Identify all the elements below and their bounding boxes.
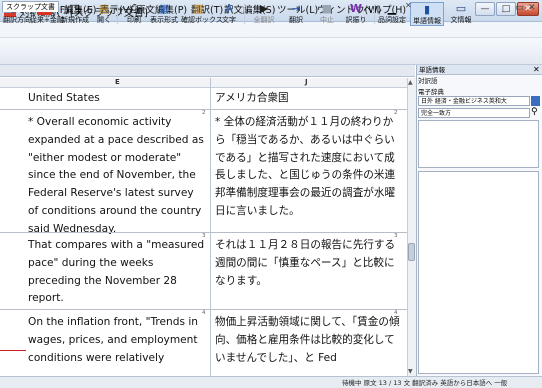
toolbar-separator [244, 4, 245, 24]
translate-icon: ⇥ [291, 2, 301, 15]
target-text[interactable]: アメリカ合衆国 [215, 90, 400, 108]
dictionary-label: 電子辞典 [418, 88, 444, 96]
open-icon: ▤ [98, 2, 110, 15]
scroll-down-icon[interactable]: ▼ [408, 368, 413, 375]
tab-close-icon[interactable]: ✕ [405, 1, 412, 10]
source-text[interactable]: That compares with a "measured pace" dur… [28, 237, 206, 308]
source-column-header: E [115, 78, 120, 86]
mdi-close-button[interactable]: ✕ [528, 3, 536, 13]
text-button[interactable]: A 文字 [218, 2, 240, 26]
source-text[interactable]: On the inflation front, "Trends in wages… [28, 314, 206, 367]
source-text[interactable]: * Overall economic activity expanded at … [28, 114, 206, 239]
view-format-button[interactable]: ▦ 表示形式 [150, 2, 178, 26]
furigana-icon: W [349, 2, 363, 15]
furigana-button[interactable]: W 訳振り [344, 2, 368, 26]
mdi-restore-button[interactable]: ▭ [515, 3, 524, 13]
document-tab-strip [0, 65, 415, 77]
target-text[interactable]: それは１１月２８日の報告に先行する週間の間に「慎重なペース」と比較になります。 [215, 237, 400, 290]
translation-word-label: 対訳語 [418, 77, 438, 85]
panel-close-icon[interactable]: ✕ [533, 65, 540, 75]
segment-row[interactable]: United States アメリカ合衆国 [0, 88, 407, 108]
target-text[interactable]: 物価上昇活動領域に関して、「賃金の傾向、価格と雇用条件は比較的変化していませんで… [215, 314, 400, 367]
column-divider[interactable] [210, 78, 211, 376]
translation-document[interactable]: United States アメリカ合衆国 2 2 * Overall econ… [0, 88, 407, 376]
scroll-up-icon[interactable]: ▲ [408, 79, 413, 86]
dictionary-detail-pane[interactable] [418, 171, 539, 374]
vertical-scrollbar[interactable] [407, 78, 416, 376]
print-button[interactable]: ⎙ 印刷 [122, 2, 146, 26]
mdi-minimize-button[interactable]: _ [502, 3, 507, 13]
tab-scrap-document[interactable]: スクラップ文書 [2, 1, 59, 12]
segment-row[interactable]: 2 2 * Overall economic activity expanded… [0, 110, 407, 235]
word-info-button[interactable]: ▮ 単語情報 [410, 2, 444, 26]
target-text[interactable]: * 全体の経済活動が１１月の終わりから「穏当であるか、あるいは中ぐらいである」と… [215, 114, 400, 221]
segment-row[interactable]: 3 3 That compares with a "measured pace"… [0, 233, 407, 308]
sentence-info-button[interactable]: ▭ 文情報 [448, 2, 474, 26]
panel-title: 単語情報 [417, 65, 542, 75]
text-icon: A [225, 2, 233, 15]
print-icon: ⎙ [129, 2, 139, 15]
match-mode-select[interactable]: 完全一致方 [418, 108, 530, 118]
binoculars-icon[interactable]: ⚲ [531, 107, 538, 117]
minimize-button[interactable]: — [475, 2, 495, 16]
dictionary-select[interactable]: 日外 経済・金融ビジネス英和大 [418, 96, 530, 106]
dictionary-results-list[interactable] [418, 120, 539, 168]
target-column-header: J [305, 78, 308, 86]
new-file-button[interactable]: □ 新規作成 [61, 2, 89, 26]
segment-row[interactable]: 4 4 On the inflation front, "Trends in w… [0, 310, 407, 376]
cursor-marker [0, 350, 26, 351]
word-info-icon: ▮ [423, 3, 431, 16]
column-header [0, 78, 407, 88]
translate-button[interactable]: ⇥ 翻訳 [284, 2, 308, 26]
scroll-thumb[interactable] [408, 243, 415, 261]
view-icon: ▦ [158, 2, 170, 15]
translate-all-icon: ▶ [259, 2, 269, 15]
check-icon: ▥ [192, 2, 204, 15]
confirm-box-button[interactable]: ▥ 確認ボックス [181, 2, 223, 26]
toolbar-separator [117, 4, 118, 24]
new-file-icon: □ [69, 2, 81, 15]
pos-icon: ▁ [387, 2, 397, 15]
dictionary-book-icon[interactable] [531, 96, 540, 106]
toolbar [0, 38, 542, 65]
stop-icon: ■ [321, 2, 333, 15]
toolbar-separator [374, 4, 375, 24]
sentence-info-icon: ▭ [455, 2, 467, 15]
stop-button[interactable]: ■ 中止 [316, 2, 338, 26]
translate-all-button[interactable]: ▶ 全翻訳 [250, 2, 278, 26]
open-button[interactable]: ▤ 開く [92, 2, 116, 26]
status-text: 待機中 原文 13 / 13 文 翻訳済み 英語から日本語へ 一般 [342, 379, 508, 387]
pos-setting-button[interactable]: ▁ 品詞設定 [378, 2, 406, 26]
source-text[interactable]: United States [28, 90, 206, 108]
